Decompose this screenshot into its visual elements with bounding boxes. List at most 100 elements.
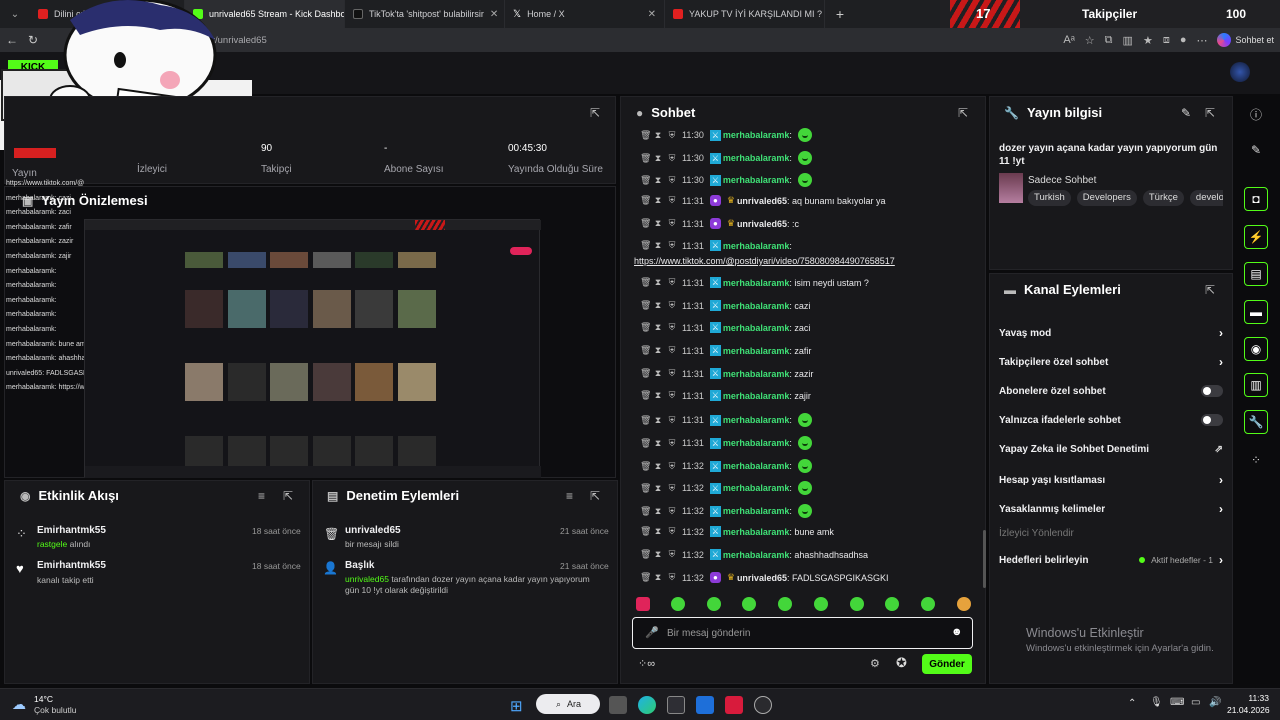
app-icon[interactable]	[725, 696, 743, 714]
windows-start-icon[interactable]: ⊞	[510, 697, 523, 715]
message-username[interactable]: merhabalaramk	[723, 241, 790, 251]
tab-3[interactable]: TikTok'ta 'shitpost' bulabilirsir ✕	[345, 0, 505, 28]
timeout-icon[interactable]: ⧗	[654, 461, 662, 472]
message-username[interactable]: merhabalaramk	[723, 301, 790, 311]
tag[interactable]: Türkçe	[1142, 190, 1184, 206]
message-username[interactable]: merhabalaramk	[723, 415, 790, 425]
message-username[interactable]: merhabalaramk	[723, 175, 790, 185]
timeout-icon[interactable]: ⧗	[654, 130, 662, 141]
lightning-icon[interactable]: ⚡	[1244, 225, 1268, 249]
delete-icon[interactable]: 🗑	[640, 277, 651, 288]
tab-4[interactable]: 𝕏 Home / X ✕	[505, 0, 665, 28]
channel-action-item[interactable]: Yalnızca ifadelerle sohbet	[999, 414, 1223, 426]
expand-icon[interactable]: ⇱	[590, 489, 600, 503]
tray-chevron-icon[interactable]: ⌃	[1128, 698, 1136, 709]
back-icon[interactable]: ←	[6, 33, 18, 47]
delete-icon[interactable]: 🗑	[640, 526, 651, 537]
filter-icon[interactable]: ≡	[258, 489, 265, 503]
shield-icon[interactable]: ⛨	[668, 153, 676, 164]
copilot-button[interactable]: Sohbet et	[1217, 33, 1274, 47]
message-username[interactable]: merhabalaramk	[723, 153, 790, 163]
emote-icon[interactable]	[957, 597, 971, 611]
category-thumbnail[interactable]	[999, 173, 1023, 203]
chat-message[interactable]: 🗑 ⧗ ⛨ 11:31 ⚔ merhabalaramk:	[640, 413, 812, 427]
more-icon[interactable]: ⋯	[1196, 34, 1207, 47]
emote-icon[interactable]	[671, 597, 685, 611]
split-screen-icon[interactable]: ▥	[1123, 34, 1133, 47]
info-icon[interactable]: ⓘ	[1244, 102, 1268, 126]
broadcast-icon[interactable]: ◉	[1244, 337, 1268, 361]
activity-user[interactable]: Emirhantmk55	[37, 525, 106, 536]
shield-icon[interactable]: ⛨	[668, 390, 676, 401]
filter-icon[interactable]: ≡	[566, 489, 573, 503]
keyboard-icon[interactable]: ⌨	[1170, 697, 1184, 708]
chat-message[interactable]: 🗑 ⧗ ⛨ 11:32 ⚔ merhabalaramk:	[640, 481, 812, 495]
category-name[interactable]: Sadece Sohbet	[1028, 175, 1096, 186]
settings-icon[interactable]: ⚙	[870, 657, 880, 670]
chat-message[interactable]: 🗑 ⧗ ⛨ 11:31 ⚔ merhabalaramk: zafir	[640, 345, 811, 356]
chat-message[interactable]: 🗑 ⧗ ⛨ 11:31 ● ♛ unrivaled65: :c	[640, 218, 799, 229]
emote-icon[interactable]	[885, 597, 899, 611]
expand-icon[interactable]: ⇱	[1205, 106, 1215, 120]
shield-icon[interactable]: ⛨	[668, 240, 676, 251]
delete-icon[interactable]: 🗑	[640, 461, 651, 472]
chat-message[interactable]: 🗑 ⧗ ⛨ 11:31 ⚔ merhabalaramk: zajir	[640, 390, 811, 401]
timeout-icon[interactable]: ⧗	[654, 240, 662, 251]
expand-icon[interactable]: ⇱	[590, 106, 600, 120]
message-username[interactable]: merhabalaramk	[723, 369, 790, 379]
tag[interactable]: develo	[1189, 190, 1223, 206]
delete-icon[interactable]: 🗑	[640, 438, 651, 449]
delete-icon[interactable]: 🗑	[640, 175, 651, 186]
favorites-icon[interactable]: ★	[1143, 34, 1153, 47]
mail-icon[interactable]	[696, 696, 714, 714]
tag[interactable]: Turkish	[1028, 190, 1071, 206]
channel-action-item[interactable]: Takipçilere özel sohbet ›	[999, 355, 1223, 369]
shield-icon[interactable]: ⛨	[668, 300, 676, 311]
timeout-icon[interactable]: ⧗	[654, 390, 662, 401]
shield-icon[interactable]: ⛨	[668, 130, 676, 141]
camera-icon[interactable]: ◘	[1244, 187, 1268, 211]
shield-icon[interactable]: ⛨	[668, 461, 676, 472]
shield-icon[interactable]: ⛨	[668, 483, 676, 494]
delete-icon[interactable]: 🗑	[640, 390, 651, 401]
shield-icon[interactable]: ⛨	[668, 218, 676, 229]
shield-icon[interactable]: ⛨	[668, 277, 676, 288]
chat-message[interactable]: 🗑 ⧗ ⛨ 11:31 ⚔ merhabalaramk: zazir	[640, 368, 813, 379]
user-avatar[interactable]	[1230, 62, 1250, 82]
timeout-icon[interactable]: ⧗	[654, 300, 662, 311]
expand-icon[interactable]: ⇱	[283, 489, 293, 503]
chat-input-placeholder[interactable]: Bir mesaj gönderin	[667, 628, 750, 639]
close-icon[interactable]: ✕	[648, 9, 656, 20]
toggle-switch[interactable]	[1201, 414, 1223, 426]
chat-message[interactable]: 🗑 ⧗ ⛨ 11:30 ⚔ merhabalaramk:	[640, 128, 812, 142]
network-icon[interactable]: ▭	[1191, 697, 1200, 708]
shield-icon[interactable]: ⛨	[668, 438, 676, 449]
message-username[interactable]: merhabalaramk	[723, 391, 790, 401]
timeout-icon[interactable]: ⧗	[654, 549, 662, 560]
shield-icon[interactable]: ⛨	[668, 572, 676, 583]
channel-action-item[interactable]: Yapay Zeka ile Sohbet Denetimi ⇗	[999, 444, 1223, 455]
timeout-icon[interactable]: ⧗	[654, 175, 662, 186]
emote-icon[interactable]	[778, 597, 792, 611]
shield-icon[interactable]: ⛨	[668, 526, 676, 537]
activity-user[interactable]: Emirhantmk55	[37, 560, 106, 571]
chat-bubble-icon[interactable]: ▬	[1244, 300, 1268, 324]
message-username[interactable]: merhabalaramk	[723, 506, 790, 516]
obs-icon[interactable]	[754, 696, 772, 714]
message-username[interactable]: merhabalaramk	[723, 130, 790, 140]
task-view-icon[interactable]	[609, 696, 627, 714]
shield-icon[interactable]: ⛨	[668, 175, 676, 186]
new-tab-icon[interactable]: +	[825, 6, 855, 22]
expand-icon[interactable]: ⇱	[958, 106, 968, 120]
tab-list-icon[interactable]: ⌄	[0, 9, 30, 20]
emote-icon[interactable]	[850, 597, 864, 611]
message-username[interactable]: merhabalaramk	[723, 323, 790, 333]
favorite-star-icon[interactable]: ☆	[1085, 34, 1095, 47]
delete-icon[interactable]: 🗑	[640, 240, 651, 251]
search-input[interactable]: ⌕ Ara	[536, 694, 600, 714]
message-username[interactable]: merhabalaramk	[723, 346, 790, 356]
close-icon[interactable]: ✕	[168, 9, 176, 20]
message-username[interactable]: merhabalaramk	[723, 461, 790, 471]
tab-1[interactable]: Dilini çıkaran n ✕	[30, 0, 185, 28]
emote-icon[interactable]	[707, 597, 721, 611]
